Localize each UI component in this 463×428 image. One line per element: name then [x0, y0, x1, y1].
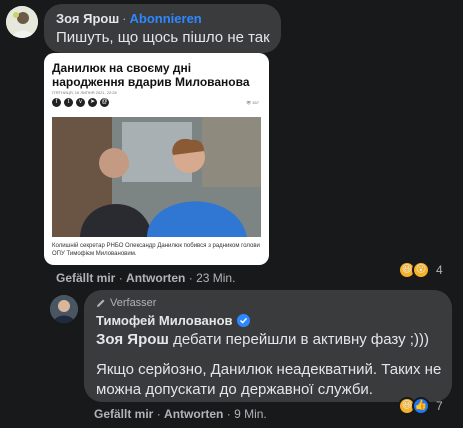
twitter-icon: t — [64, 98, 73, 107]
reaction-count: 4 — [436, 263, 443, 277]
reply-button[interactable]: Antworten — [164, 407, 223, 421]
comment-time[interactable]: 23 Min. — [196, 271, 235, 285]
viber-icon: v — [76, 98, 85, 107]
like-reaction-icon: 👍 — [412, 397, 430, 415]
avatar[interactable] — [6, 6, 38, 38]
view-count: 👁 457 — [246, 100, 259, 105]
reply-button[interactable]: Antworten — [126, 271, 185, 285]
separator-dot: · — [122, 11, 127, 26]
mail-icon: @ — [100, 98, 109, 107]
comment-time[interactable]: 9 Min. — [234, 407, 267, 421]
separator-dot: · — [188, 271, 193, 285]
comment-author[interactable]: Зоя Ярош — [56, 11, 119, 26]
wow-reaction-icon: 😮 — [412, 261, 430, 279]
facebook-icon: f — [52, 98, 61, 107]
separator-dot: · — [226, 407, 231, 421]
article-headline: Данилюк на своєму дні народження вдарив … — [52, 61, 250, 89]
comment-text-rest: дебати перейшли в активну фазу ;))) — [173, 331, 429, 348]
separator-dot: · — [156, 407, 161, 421]
article-photo — [52, 117, 261, 237]
reaction-summary[interactable]: 😆 👍 7 — [398, 396, 443, 416]
comment-text: Зоя Ярош дебати перейшли в активну фазу … — [96, 331, 429, 348]
separator-dot: · — [118, 271, 123, 285]
mention-link[interactable]: Зоя Ярош — [96, 331, 169, 348]
article-date: П'ЯТНИЦЯ, 16 ЛИПНЯ 2021, 22:26 — [52, 90, 117, 95]
comment-actions: Gefällt mir · Antworten · 9 Min. — [94, 407, 267, 421]
reaction-summary[interactable]: 😆 😮 4 — [398, 260, 443, 280]
comment-author[interactable]: Тимофей Милованов — [96, 313, 233, 328]
avatar[interactable] — [50, 295, 78, 323]
comment-text: Пишуть, що щось пішло не так — [56, 29, 270, 46]
comment-header: Зоя Ярош · Abonnieren — [56, 11, 202, 26]
follow-button[interactable]: Abonnieren — [130, 11, 202, 26]
comment-text-paragraph: Якщо серйозно, Данилюк неадекватний. Так… — [96, 361, 442, 398]
like-button[interactable]: Gefällt mir — [56, 271, 115, 285]
comment-image[interactable]: Данилюк на своєму дні народження вдарив … — [44, 53, 269, 265]
comment-actions: Gefällt mir · Antworten · 23 Min. — [56, 271, 235, 285]
like-button[interactable]: Gefällt mir — [94, 407, 153, 421]
telegram-icon: ➤ — [88, 98, 97, 107]
pencil-icon — [97, 299, 105, 307]
author-badge: Verfasser — [96, 297, 156, 309]
verified-badge-icon — [236, 314, 250, 327]
reaction-count: 7 — [436, 399, 443, 413]
author-badge-label: Verfasser — [110, 297, 157, 309]
article-caption: Колишній секретар РНБО Олександр Данилюк… — [52, 243, 260, 257]
comment-header: Тимофей Милованов — [96, 313, 250, 328]
